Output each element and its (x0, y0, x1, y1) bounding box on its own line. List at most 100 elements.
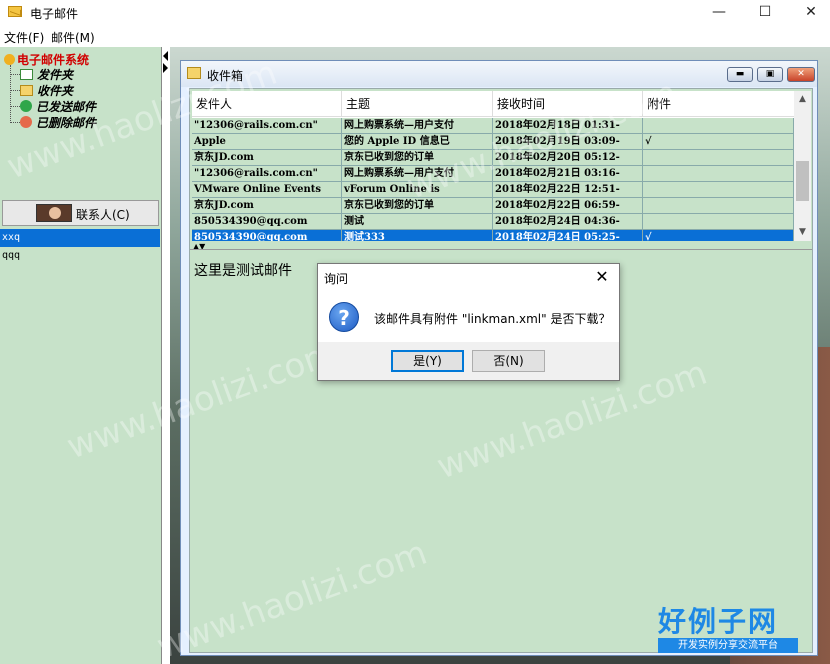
mail-body-text: 这里是测试邮件 (194, 263, 292, 279)
mail-table: 发件人 主题 接收时间 附件 "12306@rails.com.cn" 网上购票系… (192, 91, 794, 241)
cell-from: "12306@rails.com.cn" (192, 118, 342, 133)
cell-subject: 网上购票系统—用户支付 (342, 118, 493, 133)
site-logo: 好例子网 开发实例分享交流平台 (658, 600, 800, 658)
cell-time: 2018年02月24日 05:25- (493, 230, 643, 241)
table-row[interactable]: Apple 您的 Apple ID 信息已 2018年02月19日 03:09- √ (192, 134, 794, 150)
cell-from: 京东JD.com (192, 198, 342, 213)
cell-subject: 京东已收到您的订单 (342, 198, 493, 213)
column-header-time[interactable]: 接收时间 (493, 91, 643, 117)
tree-item-deleted[interactable]: 已删除邮件 (10, 114, 96, 130)
cell-attach (643, 214, 794, 229)
tree-item-label: 已删除邮件 (36, 116, 97, 130)
cell-time: 2018年02月19日 03:09- (493, 134, 643, 149)
cell-subject: vForum Online is (342, 182, 493, 197)
tree-item-sent[interactable]: 已发送邮件 (10, 98, 96, 114)
table-row[interactable]: 850534390@qq.com 测试333 2018年02月24日 05:25- √ (192, 230, 794, 241)
table-row[interactable]: "12306@rails.com.cn" 网上购票系统—用户支付 2018年02月2… (192, 166, 794, 182)
table-row[interactable]: "12306@rails.com.cn" 网上购票系统—用户支付 2018年02月1… (192, 118, 794, 134)
no-button[interactable]: 否(N) (472, 350, 545, 372)
title-bar: 电子邮件 — ☐ ✕ (0, 0, 830, 26)
cell-time: 2018年02月18日 01:31- (493, 118, 643, 133)
contacts-button[interactable]: 联系人(C) (2, 200, 159, 226)
logo-subtitle: 开发实例分享交流平台 (658, 638, 798, 653)
logo-text: 好例子网 (658, 605, 779, 638)
menu-file[interactable]: 文件(F) (4, 29, 44, 46)
collapse-left-icon[interactable] (163, 51, 168, 61)
cell-attach: √ (643, 134, 794, 149)
cell-attach (643, 182, 794, 197)
table-header: 发件人 主题 接收时间 附件 (192, 91, 794, 117)
column-header-attachment[interactable]: 附件 (643, 91, 794, 117)
tree-item-label: 收件夹 (37, 84, 74, 98)
tree-item-label: 已发送邮件 (36, 100, 97, 114)
folder-icon (20, 85, 33, 96)
question-icon: ? (329, 302, 359, 332)
cell-from: VMware Online Events (192, 182, 342, 197)
tree-item-label: 发件夹 (37, 68, 74, 82)
column-header-subject[interactable]: 主题 (342, 91, 493, 117)
folder-icon (187, 67, 201, 79)
outbox-icon (20, 69, 33, 80)
cell-attach: √ (643, 230, 794, 241)
column-header-from[interactable]: 发件人 (192, 91, 342, 117)
question-dialog: 询问 ✕ ? 该邮件具有附件 "linkman.xml" 是否下载？ 是(Y) … (317, 263, 620, 381)
left-panel: 电子邮件系统 发件夹 收件夹 已发送邮件 已删除邮件 联系人(C) xxq qq… (0, 47, 162, 664)
menu-mail[interactable]: 邮件(M) (51, 29, 95, 46)
yes-button[interactable]: 是(Y) (391, 350, 464, 372)
cell-subject: 京东已收到您的订单 (342, 150, 493, 165)
expand-right-icon[interactable] (163, 63, 168, 73)
cell-time: 2018年02月24日 04:36- (493, 214, 643, 229)
table-row[interactable]: 京东JD.com 京东已收到您的订单 2018年02月20日 05:12- (192, 150, 794, 166)
dialog-title-bar: 询问 ✕ (318, 264, 619, 291)
table-row[interactable]: VMware Online Events vForum Online is 2018… (192, 182, 794, 198)
cell-from: 850534390@qq.com (192, 230, 342, 241)
tree-item-inbox[interactable]: 收件夹 (10, 82, 73, 98)
dialog-footer: 是(Y) 否(N) (318, 342, 619, 380)
cell-attach (643, 198, 794, 213)
avatar (36, 204, 72, 222)
cell-subject: 测试 (342, 214, 493, 229)
tree-root-label: 电子邮件系统 (17, 53, 90, 67)
close-button[interactable]: ✕ (788, 0, 830, 26)
dialog-close-button[interactable]: ✕ (589, 266, 615, 288)
cell-from: Apple (192, 134, 342, 149)
tree-item-outbox[interactable]: 发件夹 (10, 66, 73, 82)
inbox-title-bar: 收件箱 ▬ ▣ ✕ (181, 61, 817, 87)
scroll-up-icon[interactable]: ▲ (794, 91, 811, 108)
inbox-title: 收件箱 (207, 69, 244, 83)
cell-time: 2018年02月22日 06:59- (493, 198, 643, 213)
table-scrollbar[interactable]: ▲ ▼ (794, 91, 811, 241)
dialog-message: 该邮件具有附件 "linkman.xml" 是否下载？ (374, 312, 611, 326)
table-row[interactable]: 京东JD.com 京东已收到您的订单 2018年02月22日 06:59- (192, 198, 794, 214)
scroll-thumb[interactable] (796, 161, 809, 201)
cell-subject: 您的 Apple ID 信息已 (342, 134, 493, 149)
table-row[interactable]: 850534390@qq.com 测试 2018年02月24日 04:36- (192, 214, 794, 230)
cell-time: 2018年02月21日 03:16- (493, 166, 643, 181)
cell-attach (643, 118, 794, 133)
cell-from: "12306@rails.com.cn" (192, 166, 342, 181)
mail-system-icon (4, 54, 15, 65)
dialog-body: ? 该邮件具有附件 "linkman.xml" 是否下载？ 是(Y) 否(N) (318, 291, 619, 380)
cell-from: 850534390@qq.com (192, 214, 342, 229)
cell-time: 2018年02月22日 12:51- (493, 182, 643, 197)
menu-bar: 文件(F) 邮件(M) (0, 26, 830, 46)
contacts-button-label: 联系人(C) (76, 208, 130, 222)
minimize-button[interactable]: — (696, 0, 742, 26)
scroll-down-icon[interactable]: ▼ (794, 224, 811, 241)
cell-attach (643, 150, 794, 165)
inbox-close-button[interactable]: ✕ (787, 67, 815, 82)
contact-item[interactable]: xxq (0, 229, 160, 247)
cell-attach (643, 166, 794, 181)
cell-subject: 网上购票系统—用户支付 (342, 166, 493, 181)
panel-splitter[interactable] (162, 47, 170, 664)
inbox-restore-button[interactable]: ▣ (757, 67, 783, 82)
dialog-title: 询问 (324, 272, 349, 286)
cell-from: 京东JD.com (192, 150, 342, 165)
delete-icon (20, 116, 32, 128)
cell-time: 2018年02月20日 05:12- (493, 150, 643, 165)
contact-item[interactable]: qqq (0, 247, 160, 265)
check-icon (20, 100, 32, 112)
inbox-minimize-button[interactable]: ▬ (727, 67, 753, 82)
mail-app-icon (8, 6, 22, 17)
maximize-button[interactable]: ☐ (742, 0, 788, 26)
